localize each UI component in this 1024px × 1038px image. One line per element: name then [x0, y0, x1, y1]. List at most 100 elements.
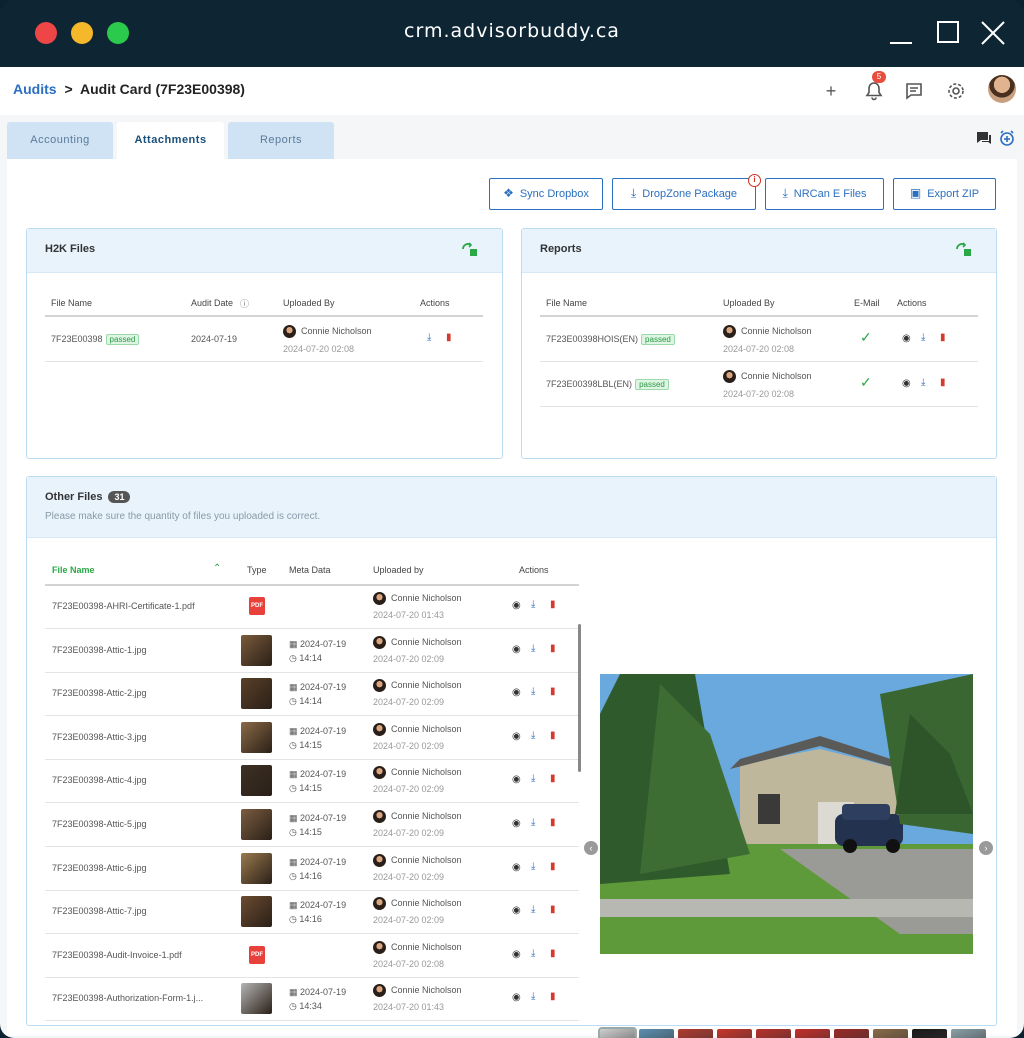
delete-icon[interactable]: ▮	[550, 991, 556, 1002]
file-name-link[interactable]: 7F23E00398-Attic-5.jpg	[52, 819, 147, 829]
user-avatar[interactable]	[988, 75, 1016, 103]
delete-icon[interactable]: ▮	[550, 948, 556, 959]
col-file-name-sorted[interactable]: File Name	[52, 565, 95, 575]
report-file-name[interactable]: 7F23E00398LBL(EN)	[546, 379, 632, 389]
delete-icon[interactable]: ▮	[550, 643, 556, 654]
thumbnail-item[interactable]	[678, 1029, 713, 1038]
warning-info-icon[interactable]: i	[748, 174, 761, 187]
file-name-link[interactable]: 7F23E00398-Attic-2.jpg	[52, 688, 147, 698]
eye-icon[interactable]: ◉	[512, 992, 521, 1003]
tab-accounting[interactable]: Accounting	[7, 122, 113, 160]
file-name-link[interactable]: 7F23E00398-Attic-7.jpg	[52, 906, 147, 916]
thumbnail-item[interactable]	[795, 1029, 830, 1038]
delete-icon[interactable]: ▮	[550, 686, 556, 697]
eye-icon[interactable]: ◉	[512, 687, 521, 698]
table-row: 7F23E00398-AHRI-Certificate-1.pdf PDF Conn…	[27, 585, 587, 629]
tab-reports[interactable]: Reports	[228, 122, 334, 160]
thumbnail-item[interactable]	[912, 1029, 947, 1038]
thumbnail-item[interactable]	[873, 1029, 908, 1038]
eye-icon[interactable]: ◉	[512, 731, 521, 742]
chat-icon[interactable]	[902, 79, 926, 103]
image-thumbnail[interactable]	[241, 721, 272, 753]
thumbnail-item[interactable]	[598, 1027, 637, 1038]
file-name-link[interactable]: 7F23E00398-Audit-Invoice-1.pdf	[52, 950, 182, 960]
sync-files-icon[interactable]	[460, 241, 478, 257]
eye-icon[interactable]: ◉	[512, 862, 521, 873]
thumbnail-item[interactable]	[834, 1029, 869, 1038]
eye-icon[interactable]: ◉	[512, 905, 521, 916]
gear-icon[interactable]	[944, 79, 968, 103]
h2k-file-name[interactable]: 7F23E00398	[51, 334, 103, 344]
image-thumbnail[interactable]	[241, 634, 272, 666]
nrcan-e-files-button[interactable]: ⤓ NRCan E Files	[765, 178, 884, 210]
eye-icon[interactable]: ◉	[512, 644, 521, 655]
download-icon[interactable]: ⤓	[531, 599, 535, 610]
download-icon[interactable]: ⤓	[531, 948, 535, 959]
export-zip-button[interactable]: ▣ Export ZIP	[893, 178, 996, 210]
report-file-name[interactable]: 7F23E00398HOIS(EN)	[546, 334, 638, 344]
house-photo-preview[interactable]	[600, 674, 973, 954]
next-image-arrow[interactable]: ›	[979, 841, 993, 855]
download-icon[interactable]: ⤓	[531, 817, 535, 828]
image-thumbnail[interactable]	[241, 852, 272, 884]
download-icon[interactable]: ⤓	[531, 904, 535, 915]
thumbnail-item[interactable]	[951, 1029, 986, 1038]
delete-icon[interactable]: ▮	[550, 730, 556, 741]
thumbnail-item[interactable]	[639, 1029, 674, 1038]
close-icon[interactable]	[980, 20, 1006, 46]
download-icon[interactable]: ⤓	[531, 730, 535, 741]
download-icon[interactable]: ⤓	[921, 377, 925, 388]
delete-icon[interactable]: ▮	[550, 817, 556, 828]
eye-icon[interactable]: ◉	[512, 818, 521, 829]
image-thumbnail[interactable]	[241, 678, 272, 710]
breadcrumb-audits-link[interactable]: Audits	[13, 81, 57, 97]
delete-icon[interactable]: ▮	[550, 773, 556, 784]
image-thumbnail[interactable]	[241, 896, 272, 928]
download-icon[interactable]: ⤓	[531, 991, 535, 1002]
file-list-scrollbar[interactable]	[578, 624, 581, 772]
sort-asc-icon[interactable]: ⌃	[213, 563, 221, 574]
prev-image-arrow[interactable]: ‹	[584, 841, 598, 855]
minimize-icon[interactable]	[888, 20, 914, 46]
download-icon[interactable]: ⤓	[427, 332, 431, 343]
image-thumbnail[interactable]	[241, 809, 272, 840]
eye-icon[interactable]: ◉	[902, 333, 911, 344]
download-icon[interactable]: ⤓	[531, 861, 535, 872]
plus-icon[interactable]: +	[819, 79, 843, 103]
delete-icon[interactable]: ▮	[550, 861, 556, 872]
sync-files-icon[interactable]	[954, 241, 972, 257]
file-name-link[interactable]: 7F23E00398-Attic-1.jpg	[52, 645, 147, 655]
sync-dropbox-button[interactable]: ❖ Sync Dropbox	[489, 178, 603, 210]
eye-icon[interactable]: ◉	[512, 949, 521, 960]
delete-icon[interactable]: ▮	[550, 599, 556, 610]
bell-icon[interactable]	[862, 79, 886, 103]
info-circle-icon[interactable]: ⓘ	[240, 297, 249, 310]
maximize-icon[interactable]	[936, 20, 962, 46]
dropzone-package-button[interactable]: ⤓ DropZone Package	[612, 178, 756, 210]
download-icon[interactable]: ⤓	[531, 643, 535, 654]
eye-icon[interactable]: ◉	[512, 774, 521, 785]
reports-col-file-name: File Name	[546, 298, 588, 308]
file-name-link[interactable]: 7F23E00398-Authorization-Form-1.j...	[52, 993, 203, 1003]
file-name-link[interactable]: 7F23E00398-Attic-3.jpg	[52, 732, 147, 742]
delete-icon[interactable]: ▮	[940, 377, 946, 388]
delete-icon[interactable]: ▮	[446, 332, 452, 343]
thumbnail-item[interactable]	[756, 1029, 791, 1038]
delete-icon[interactable]: ▮	[940, 332, 946, 343]
comments-icon[interactable]	[975, 129, 993, 147]
image-thumbnail[interactable]	[241, 983, 272, 1015]
download-icon[interactable]: ⤓	[921, 332, 925, 343]
file-name-link[interactable]: 7F23E00398-Attic-6.jpg	[52, 863, 147, 873]
download-icon[interactable]: ⤓	[531, 773, 535, 784]
file-name-link[interactable]: 7F23E00398-AHRI-Certificate-1.pdf	[52, 601, 195, 611]
eye-icon[interactable]: ◉	[512, 600, 521, 611]
file-name-link[interactable]: 7F23E00398-Attic-4.jpg	[52, 775, 147, 785]
clock-icon: ◷	[289, 1001, 297, 1012]
image-thumbnail[interactable]	[241, 765, 272, 797]
eye-icon[interactable]: ◉	[902, 378, 911, 389]
download-icon[interactable]: ⤓	[531, 686, 535, 697]
thumbnail-item[interactable]	[717, 1029, 752, 1038]
tab-attachments[interactable]: Attachments	[117, 122, 224, 160]
add-reminder-icon[interactable]	[998, 129, 1016, 147]
delete-icon[interactable]: ▮	[550, 904, 556, 915]
